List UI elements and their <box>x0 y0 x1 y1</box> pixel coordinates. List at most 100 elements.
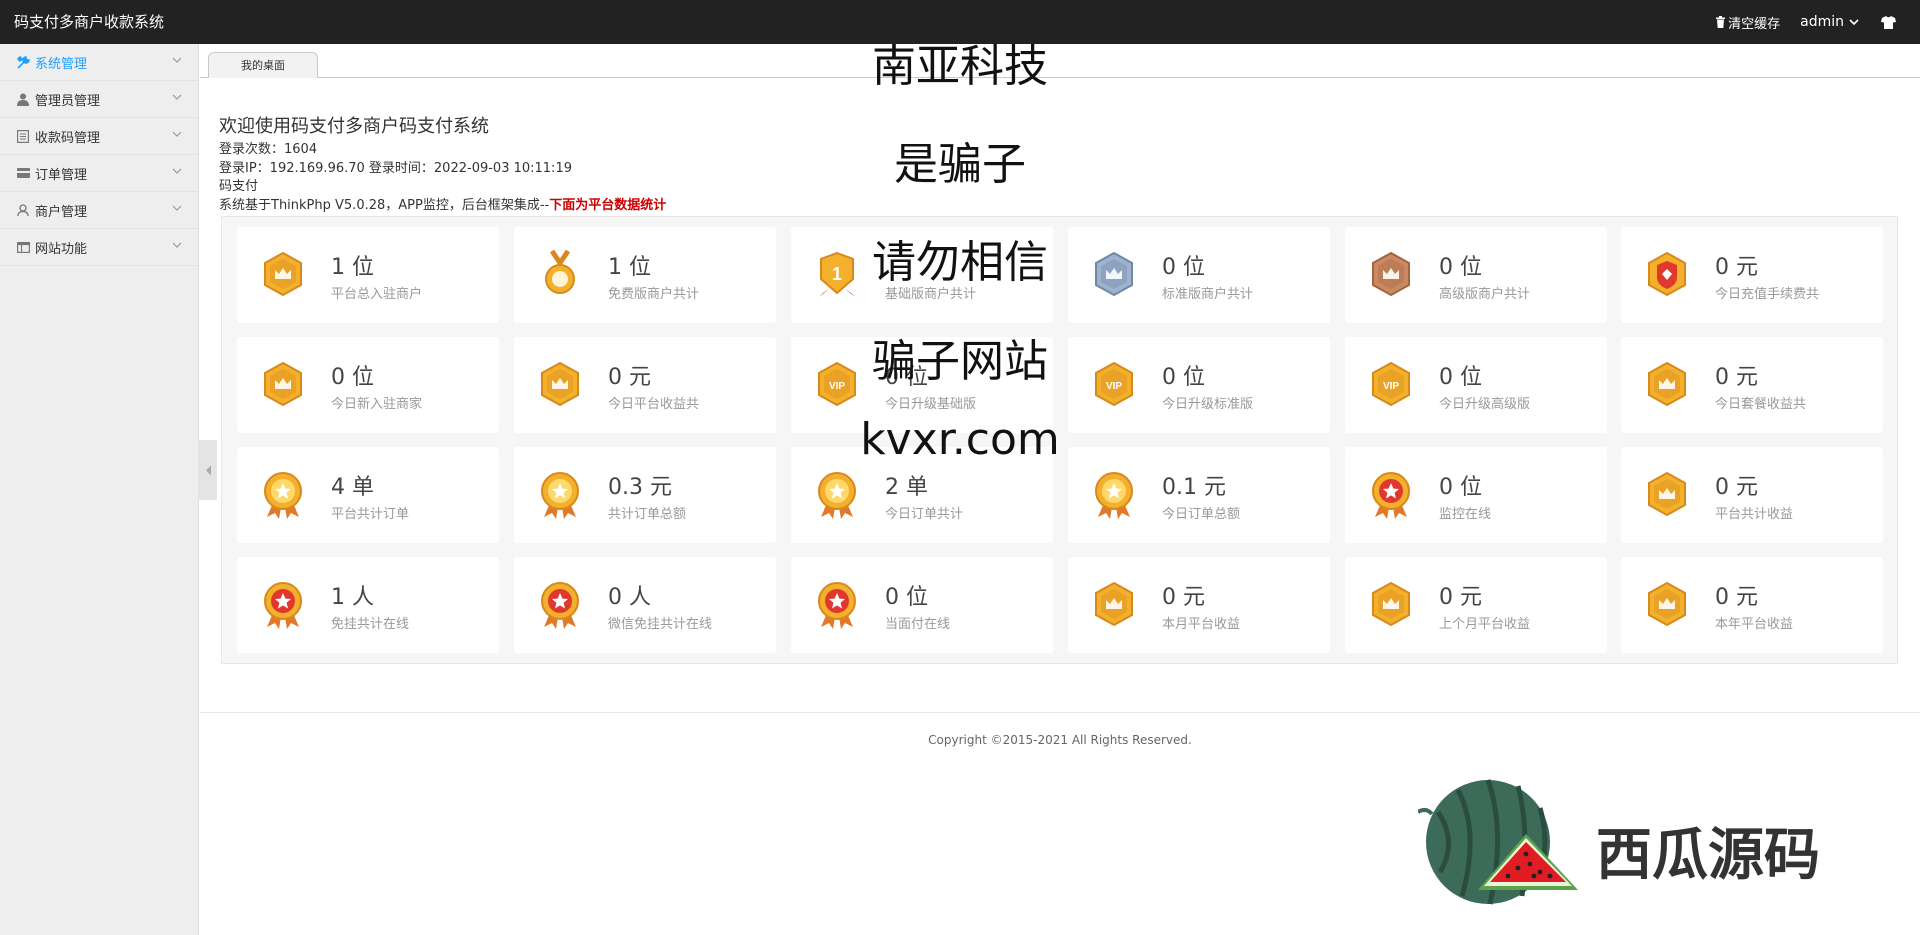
stat-card: 0 人微信免挂共计在线 <box>514 557 776 653</box>
stat-value: 0 位 <box>1162 255 1205 280</box>
stat-card: 4 单平台共计订单 <box>237 447 499 543</box>
tools-icon <box>16 55 30 69</box>
stat-value: 0 位 <box>1439 255 1482 280</box>
stat-value: 0 位 <box>331 365 374 390</box>
stat-card: 0 元上个月平台收益 <box>1345 557 1607 653</box>
stat-label: 高级版商户共计 <box>1439 287 1531 302</box>
sidebar-item-label: 收款码管理 <box>35 130 101 146</box>
stat-value: 0.1 元 <box>1162 475 1226 500</box>
welcome-panel: 欢迎使用码支付多商户码支付系统 登录次数：1604 登录IP：192.169.9… <box>219 115 666 215</box>
merchant-icon <box>16 203 30 217</box>
crown-gold-medal-icon <box>536 359 584 409</box>
copyright: Copyright ©2015-2021 All Rights Reserved… <box>928 733 1192 747</box>
window-icon <box>16 240 30 254</box>
chevron-down-icon <box>1849 18 1859 25</box>
stat-card: 0 元今日平台收益共 <box>514 337 776 433</box>
welcome-title: 欢迎使用码支付多商户码支付系统 <box>219 116 489 137</box>
stat-label: 今日套餐收益共 <box>1715 397 1807 412</box>
star-red-medal-icon <box>536 579 584 629</box>
description-highlight: 下面为平台数据统计 <box>549 197 667 213</box>
stat-value: 4 单 <box>331 475 374 500</box>
tshirt-icon <box>1881 15 1896 29</box>
stat-label: 平台共计订单 <box>331 507 410 522</box>
crown-gold-medal-icon <box>259 359 307 409</box>
card-icon <box>16 166 30 180</box>
sidebar-item-site[interactable]: 网站功能 <box>0 229 198 266</box>
stat-value: 0 元 <box>608 365 651 390</box>
red-shield-medal-icon <box>1643 249 1691 299</box>
sidebar-item-admins[interactable]: 管理员管理 <box>0 81 198 118</box>
sidebar-item-label: 系统管理 <box>35 56 88 72</box>
stat-card: 1 位免费版商户共计 <box>514 227 776 323</box>
sidebar-item-label: 订单管理 <box>35 167 88 183</box>
star-red-medal-icon <box>1367 469 1415 519</box>
stat-label: 平台共计收益 <box>1715 507 1794 522</box>
stat-card: 0 元今日套餐收益共 <box>1621 337 1883 433</box>
overlay-text-4: 骗子网站 <box>872 336 1048 387</box>
description-text: 系统基于ThinkPhp V5.0.28，APP监控，后台框架集成-- <box>219 197 550 213</box>
sidebar-item-label: 网站功能 <box>35 241 88 257</box>
stat-label: 今日平台收益共 <box>608 397 700 412</box>
sidebar-item-merchants[interactable]: 商户管理 <box>0 192 198 229</box>
footer-divider <box>200 712 1920 713</box>
stat-label: 免费版商户共计 <box>608 287 700 302</box>
crown-gold-medal-icon <box>1643 359 1691 409</box>
stat-card: 0 位高级版商户共计 <box>1345 227 1607 323</box>
chevron-down-icon <box>172 131 182 137</box>
star-red-medal-icon <box>813 579 861 629</box>
sidebar-collapse-button[interactable] <box>199 440 217 500</box>
stat-value: 0 元 <box>1162 585 1205 610</box>
system-description: 系统基于ThinkPhp V5.0.28，APP监控，后台框架集成--下面为平台… <box>219 197 666 216</box>
stat-label: 标准版商户共计 <box>1162 287 1254 302</box>
watermelon-icon <box>1416 779 1578 905</box>
chevron-down-icon <box>172 57 182 63</box>
sidebar: 系统管理 管理员管理 收款码管理 订单管理 商户管理 网站功能 <box>0 44 199 935</box>
user-icon <box>16 92 30 106</box>
stat-value: 0 人 <box>608 585 651 610</box>
stat-value: 2 单 <box>885 475 928 500</box>
tab-my-desktop[interactable]: 我的桌面 <box>208 52 318 78</box>
stat-label: 微信免挂共计在线 <box>608 617 713 632</box>
crown-bronze-medal-icon <box>1367 249 1415 299</box>
stat-label: 监控在线 <box>1439 507 1492 522</box>
stat-value: 0 元 <box>1715 475 1758 500</box>
stat-card: 0 位今日新入驻商家 <box>237 337 499 433</box>
stat-card: 0 元本年平台收益 <box>1621 557 1883 653</box>
sidebar-item-qrcodes[interactable]: 收款码管理 <box>0 118 198 155</box>
stat-card: 0.3 元共计订单总额 <box>514 447 776 543</box>
stat-card: 0 元今日充值手续费共 <box>1621 227 1883 323</box>
chevron-down-icon <box>172 242 182 248</box>
stat-label: 上个月平台收益 <box>1439 617 1531 632</box>
stat-value: 1 人 <box>331 585 374 610</box>
overlay-text-3: 请勿相信 <box>872 237 1048 288</box>
sidebar-item-system[interactable]: 系统管理 <box>0 44 198 81</box>
stat-label: 今日订单总额 <box>1162 507 1241 522</box>
stat-value: 0 位 <box>1439 365 1482 390</box>
stat-value: 0.3 元 <box>608 475 672 500</box>
trash-icon <box>1716 16 1726 28</box>
stat-value: 0 位 <box>1439 475 1482 500</box>
chevron-down-icon <box>172 94 182 100</box>
chevron-left-icon <box>205 465 211 475</box>
stat-label: 今日充值手续费共 <box>1715 287 1820 302</box>
stat-card: VIP 0 位今日升级高级版 <box>1345 337 1607 433</box>
stat-label: 免挂共计在线 <box>331 617 410 632</box>
sidebar-item-orders[interactable]: 订单管理 <box>0 155 198 192</box>
skin-button[interactable] <box>1881 15 1896 29</box>
stat-label: 平台总入驻商户 <box>331 287 423 302</box>
watermelon-logo: 西瓜源码 <box>1416 772 1838 912</box>
stat-value: 0 位 <box>1162 365 1205 390</box>
crown-gold-medal-icon <box>1643 469 1691 519</box>
stat-card: 0 位监控在线 <box>1345 447 1607 543</box>
crown-gold-medal-icon <box>1643 579 1691 629</box>
clear-cache-button[interactable]: 清空缓存 <box>1715 13 1780 32</box>
stat-value: 0 元 <box>1715 365 1758 390</box>
sidebar-item-label: 管理员管理 <box>35 93 101 109</box>
stat-card: 0 元本月平台收益 <box>1068 557 1330 653</box>
stat-value: 1 位 <box>608 255 651 280</box>
stat-card: 0 位当面付在线 <box>791 557 1053 653</box>
ribbon-gold-medal-icon <box>536 249 584 299</box>
top-bar-actions: 清空缓存 admin <box>1715 0 1920 44</box>
user-menu[interactable]: admin <box>1800 14 1859 30</box>
crown-gold-medal-icon <box>1090 579 1138 629</box>
